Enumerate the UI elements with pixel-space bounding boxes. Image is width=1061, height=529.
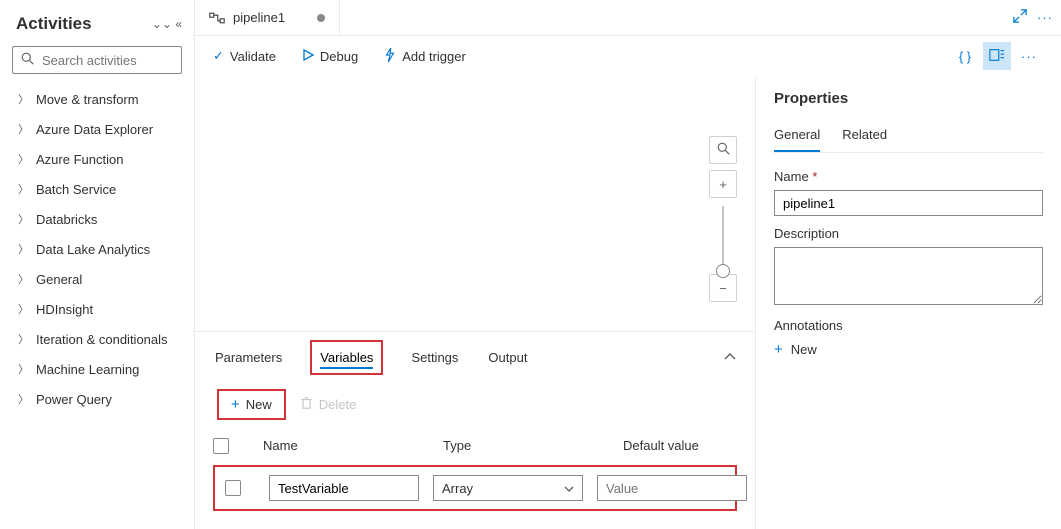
plus-icon: + (719, 177, 727, 192)
properties-tabs: General Related (774, 123, 1043, 153)
category-item[interactable]: 〉Machine Learning (4, 354, 194, 384)
chevron-double-left-icon: « (175, 17, 182, 31)
trash-icon (300, 396, 313, 413)
category-item[interactable]: 〉Azure Function (4, 144, 194, 174)
tab-general[interactable]: General (774, 123, 820, 152)
collapse-panel-button[interactable] (723, 350, 737, 365)
category-item[interactable]: 〉HDInsight (4, 294, 194, 324)
search-icon (21, 52, 34, 68)
lightning-icon (384, 48, 396, 65)
more-icon: ··· (1021, 49, 1037, 64)
category-item[interactable]: 〉Batch Service (4, 174, 194, 204)
variable-type-select[interactable]: Array (433, 475, 583, 501)
properties-icon (989, 48, 1005, 65)
search-input-wrap[interactable] (12, 46, 182, 74)
zoom-in-button[interactable]: + (709, 170, 737, 198)
col-name: Name (263, 432, 423, 459)
category-item[interactable]: 〉General (4, 264, 194, 294)
config-tablist: Parameters Variables Settings Output (213, 340, 529, 375)
activities-sidebar: Activities ⌄⌄ « 〉Move & transform 〉Azure… (0, 0, 195, 529)
category-item[interactable]: 〉Power Query (4, 384, 194, 414)
activity-category-list: 〉Move & transform 〉Azure Data Explorer 〉… (0, 84, 194, 414)
braces-icon: { } (959, 49, 971, 64)
tab-parameters[interactable]: Parameters (213, 340, 284, 375)
pipeline-icon (209, 11, 225, 25)
chevron-right-icon: 〉 (18, 331, 28, 347)
fit-button[interactable] (709, 136, 737, 164)
chevron-right-icon: 〉 (18, 391, 28, 407)
config-panel: Parameters Variables Settings Output + N… (195, 331, 755, 529)
add-trigger-button[interactable]: Add trigger (384, 48, 466, 65)
collapse-icons[interactable]: ⌄⌄ « (152, 17, 182, 31)
document-tabbar: pipeline1 ··· (195, 0, 1061, 36)
chevron-right-icon: 〉 (18, 151, 28, 167)
pipeline-toolbar: ✓ Validate Debug Add trigger (195, 36, 1061, 76)
tab-title: pipeline1 (233, 10, 285, 25)
variable-name-input[interactable] (269, 475, 419, 501)
chevron-right-icon: 〉 (18, 211, 28, 227)
validate-button[interactable]: ✓ Validate (213, 48, 276, 64)
select-all-checkbox[interactable] (213, 438, 229, 454)
variable-default-input[interactable] (597, 475, 747, 501)
tab-related[interactable]: Related (842, 123, 887, 152)
chevron-right-icon: 〉 (18, 121, 28, 137)
chevron-double-down-icon: ⌄⌄ (152, 17, 172, 31)
chevron-right-icon: 〉 (18, 271, 28, 287)
tab-settings[interactable]: Settings (409, 340, 460, 375)
zoom-out-button[interactable]: − (709, 274, 737, 302)
chevron-right-icon: 〉 (18, 91, 28, 107)
new-annotation-button[interactable]: + New (774, 341, 1043, 358)
category-item[interactable]: 〉Databricks (4, 204, 194, 234)
chevron-right-icon: 〉 (18, 361, 28, 377)
properties-pane: Properties General Related Name * Descri… (756, 76, 1061, 529)
search-input[interactable] (40, 52, 220, 69)
more-icon[interactable]: ··· (1037, 10, 1053, 25)
check-icon: ✓ (213, 48, 224, 64)
description-input[interactable] (774, 247, 1043, 305)
category-item[interactable]: 〉Azure Data Explorer (4, 114, 194, 144)
category-item[interactable]: 〉Data Lake Analytics (4, 234, 194, 264)
name-label: Name * (774, 169, 1043, 184)
unsaved-indicator-icon (317, 14, 325, 22)
category-item[interactable]: 〉Iteration & conditionals (4, 324, 194, 354)
tab-output[interactable]: Output (486, 340, 529, 375)
pipeline-canvas[interactable]: + − (195, 76, 755, 331)
document-tab[interactable]: pipeline1 (195, 0, 340, 35)
plus-icon: + (774, 341, 783, 358)
tab-variables[interactable]: Variables (310, 340, 383, 375)
new-variable-button[interactable]: + New (217, 389, 286, 420)
debug-button[interactable]: Debug (302, 49, 358, 64)
col-type: Type (443, 432, 603, 459)
expand-icon[interactable] (1013, 9, 1027, 26)
activities-title: Activities (16, 14, 92, 34)
zoom-slider[interactable] (722, 206, 724, 266)
row-checkbox[interactable] (225, 480, 241, 496)
delete-variable-button: Delete (300, 396, 357, 413)
zoom-control: + − (709, 136, 737, 302)
play-icon (302, 49, 314, 64)
chevron-down-icon (564, 481, 574, 496)
name-input[interactable] (774, 190, 1043, 216)
variables-header: Name Type Default value (213, 432, 737, 459)
zoom-knob[interactable] (716, 264, 730, 278)
more-button[interactable]: ··· (1015, 42, 1043, 70)
description-label: Description (774, 226, 1043, 241)
search-icon (717, 142, 730, 158)
annotations-label: Annotations (774, 318, 1043, 333)
properties-title: Properties (774, 90, 1043, 107)
chevron-right-icon: 〉 (18, 241, 28, 257)
properties-toggle-button[interactable] (983, 42, 1011, 70)
minus-icon: − (719, 281, 727, 296)
chevron-right-icon: 〉 (18, 301, 28, 317)
category-item[interactable]: 〉Move & transform (4, 84, 194, 114)
variable-row: Array (213, 465, 737, 511)
chevron-right-icon: 〉 (18, 181, 28, 197)
code-view-button[interactable]: { } (951, 42, 979, 70)
plus-icon: + (231, 396, 240, 413)
